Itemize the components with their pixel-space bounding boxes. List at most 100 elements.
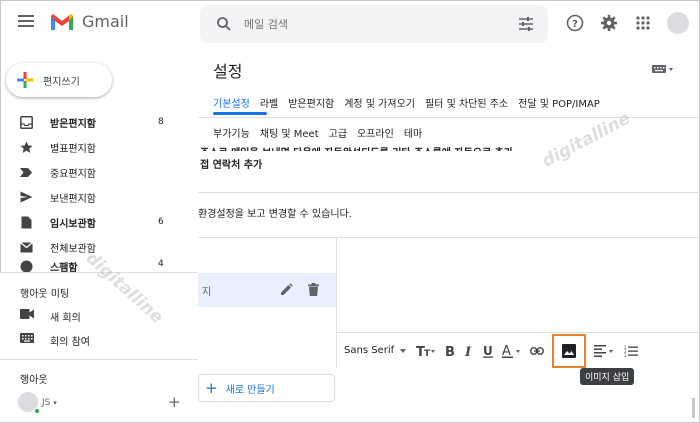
sidebar-item-starred[interactable]: 별표편지함: [0, 135, 198, 159]
all-mail-icon: [19, 240, 33, 254]
sidebar-item-label: 받은편지함: [50, 118, 96, 130]
inbox-icon: [19, 115, 33, 129]
gmail-logo[interactable]: Gmail: [50, 12, 129, 31]
font-size-icon[interactable]: TT: [416, 339, 436, 363]
main-menu-icon[interactable]: [18, 15, 34, 27]
link-icon[interactable]: [530, 339, 545, 363]
tab-advanced[interactable]: 고급: [329, 125, 347, 140]
sidebar-item-spam[interactable]: 스팸함 4: [0, 259, 198, 272]
add-contact-icon[interactable]: +: [168, 393, 181, 411]
font-family-select[interactable]: Sans Serif: [344, 345, 407, 356]
search-icon[interactable]: [216, 16, 232, 32]
meet-section-title: 행아웃 미팅: [20, 289, 70, 300]
sidebar-item-drafts[interactable]: 임시보관함 6: [0, 210, 198, 234]
create-new-button[interactable]: + 새로 만들기: [198, 374, 335, 402]
page-title: 설정: [213, 62, 243, 81]
tab-accounts-import[interactable]: 계정 및 가져오기: [344, 95, 415, 110]
svg-text:U: U: [483, 344, 493, 358]
account-avatar[interactable]: [667, 12, 689, 34]
svg-text:T: T: [424, 349, 431, 358]
align-icon[interactable]: [594, 339, 616, 363]
search-options-icon[interactable]: [518, 17, 534, 31]
autocomplete-setting-text: 주소로 메일을 보내면 다음에 자동완성되도록 기타 주소록에 자동으로 추가: [200, 144, 513, 151]
numbered-list-icon[interactable]: 123: [624, 339, 639, 363]
hangouts-section-title: 행아웃: [20, 375, 48, 386]
svg-text:A: A: [502, 344, 511, 358]
svg-text:?: ?: [572, 19, 578, 30]
signature-name: 지: [202, 287, 212, 298]
tab-inbox[interactable]: 받은편지함: [288, 95, 334, 110]
help-icon[interactable]: ?: [565, 13, 585, 33]
draft-count: 6: [158, 217, 164, 227]
new-meeting-item[interactable]: 새 회의: [0, 304, 198, 328]
app-name: Gmail: [82, 12, 129, 31]
sidebar-item-label: 임시보관함: [50, 218, 96, 230]
tab-offline[interactable]: 오프라인: [357, 125, 394, 140]
divider: [0, 359, 198, 360]
sidebar-item-label: 전체보관함: [50, 243, 96, 255]
info-text: 환경설정을 보고 변경할 수 있습니다.: [198, 209, 352, 220]
trash-icon[interactable]: [308, 283, 319, 296]
meet-item-label: 새 회의: [50, 313, 81, 324]
bold-icon[interactable]: B: [444, 339, 456, 363]
plus-icon: +: [205, 378, 218, 397]
plus-icon: [17, 72, 33, 88]
sidebar-item-label: 스팸함: [50, 263, 78, 272]
italic-icon[interactable]: I: [464, 339, 474, 363]
sidebar-item-inbox[interactable]: 받은편지함 8: [0, 110, 198, 134]
spam-icon: [19, 259, 33, 272]
search-bar[interactable]: [200, 5, 548, 43]
input-tools-icon[interactable]: [652, 64, 674, 74]
star-icon: [19, 140, 33, 154]
sidebar-item-all-mail[interactable]: 전체보관함: [0, 235, 198, 259]
tab-filters-blocked[interactable]: 필터 및 차단된 주소: [425, 95, 508, 110]
gmail-m-icon: [51, 13, 73, 30]
svg-text:I: I: [464, 345, 472, 358]
send-icon: [19, 190, 33, 204]
sidebar-item-label: 별표편지함: [50, 143, 96, 155]
signature-list-item[interactable]: 지: [198, 273, 336, 307]
active-tab-indicator: [213, 112, 267, 115]
section-divider: [198, 192, 700, 193]
tab-chat-meet[interactable]: 채팅 및 Meet: [260, 125, 319, 140]
important-icon: [19, 165, 33, 179]
tab-forwarding-pop-imap[interactable]: 전달 및 POP/IMAP: [518, 95, 600, 110]
edit-pencil-icon[interactable]: [280, 283, 293, 296]
sidebar-item-label: 보낸편지함: [50, 193, 96, 205]
settings-tabs-row2: 부가기능 채팅 및 Meet 고급 오프라인 테마: [213, 125, 422, 140]
text-color-icon[interactable]: A: [502, 339, 522, 363]
search-input[interactable]: [244, 14, 504, 34]
tab-labels[interactable]: 라벨: [260, 95, 278, 110]
formatting-toolbar: Sans Serif TT B I U A 123: [337, 332, 700, 368]
compose-button[interactable]: 편지쓰기: [6, 63, 112, 97]
sidebar-item-important[interactable]: 중요편지함: [0, 160, 198, 184]
insert-image-tooltip: 이미지 삽입: [580, 368, 635, 385]
tab-addons[interactable]: 부가기능: [213, 125, 250, 140]
divider: [0, 272, 198, 273]
tab-themes[interactable]: 테마: [404, 125, 422, 140]
insert-image-button[interactable]: [552, 333, 587, 368]
sidebar-item-label: 중요편지함: [50, 168, 96, 180]
svg-text:B: B: [445, 345, 455, 358]
svg-text:3: 3: [624, 353, 627, 357]
compose-label: 편지쓰기: [43, 76, 80, 88]
tabs-divider: [198, 117, 700, 118]
hangouts-user-name[interactable]: JS ▾: [42, 398, 57, 408]
meet-item-label: 회의 참여: [50, 337, 90, 348]
image-icon: [562, 343, 577, 358]
underline-icon[interactable]: U: [482, 339, 494, 363]
apps-grid-icon[interactable]: [633, 13, 653, 33]
join-meeting-item[interactable]: 회의 참여: [0, 328, 198, 352]
keyboard-icon: [20, 333, 34, 343]
settings-tabs-row1: 기본설정 라벨 받은편지함 계정 및 가져오기 필터 및 차단된 주소 전달 및…: [213, 95, 600, 110]
draft-icon: [19, 215, 33, 229]
add-contacts-label: 접 연락처 추가: [200, 160, 263, 171]
tab-general[interactable]: 기본설정: [213, 95, 250, 110]
spam-count: 4: [158, 259, 164, 269]
meet-panel: 행아웃 미팅 새 회의 회의 참여 행아웃 JS ▾ +: [0, 272, 198, 422]
settings-gear-icon[interactable]: [599, 13, 619, 33]
unread-count: 8: [158, 117, 164, 127]
scrollbar[interactable]: [692, 398, 695, 418]
sidebar-item-sent[interactable]: 보낸편지함: [0, 185, 198, 209]
online-status-dot: [34, 408, 40, 414]
